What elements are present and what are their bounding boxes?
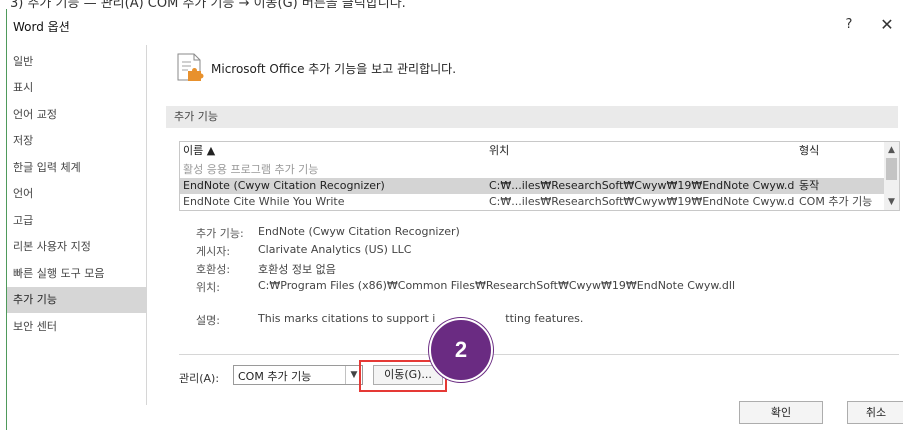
detail-publisher-label: 게시자: (196, 245, 231, 258)
sidebar-item-advanced[interactable]: 고급 (7, 208, 146, 234)
top-caption-strip: 3) 추가 기능 — 관리(A) COM 추가 기능 → 이동(G) 버튼을 클… (0, 0, 903, 9)
section-title: 추가 기능 (166, 106, 898, 128)
row-name: EndNote (Cwyw Citation Recognizer) (183, 179, 385, 192)
close-button[interactable]: ✕ (877, 15, 897, 35)
top-caption: 3) 추가 기능 — 관리(A) COM 추가 기능 → 이동(G) 버튼을 클… (10, 0, 406, 9)
detail-desc-value: This marks citations to support i tting … (258, 312, 584, 325)
sidebar-item-save[interactable]: 저장 (7, 128, 146, 154)
table-scrollbar[interactable]: ▲ ▼ (884, 142, 899, 210)
sidebar-item-language[interactable]: 언어 (7, 181, 146, 207)
manage-select-value: COM 추가 기능 (238, 370, 312, 383)
detail-desc-label: 설명: (196, 314, 220, 327)
row-type: COM 추가 기능 (799, 195, 873, 208)
detail-publisher-value: Clarivate Analytics (US) LLC (258, 243, 412, 256)
detail-addin-value: EndNote (Cwyw Citation Recognizer) (258, 225, 460, 238)
sidebar-item-proofing[interactable]: 언어 교정 (7, 102, 146, 128)
group-label: 활성 응용 프로그램 추가 기능 (183, 163, 319, 176)
scroll-down-icon[interactable]: ▼ (884, 195, 899, 209)
detail-addin-label: 추가 기능: (196, 227, 244, 240)
ok-button[interactable]: 확인 (739, 401, 823, 424)
sidebar-item-quick-access-toolbar[interactable]: 빠른 실행 도구 모음 (7, 261, 146, 287)
sidebar-item-korean-input[interactable]: 한글 입력 체계 (7, 155, 146, 181)
cancel-button[interactable]: 취소 (847, 401, 903, 424)
title-bar: Word 옵션 ? ✕ (7, 9, 903, 41)
table-row[interactable]: EndNote (Cwyw Citation Recognizer) C:₩..… (180, 178, 885, 194)
column-header-name[interactable]: 이름 ▲ (183, 142, 215, 160)
scroll-thumb[interactable] (886, 158, 897, 180)
detail-compat-value: 호환성 정보 없음 (258, 263, 336, 276)
column-header-type[interactable]: 형식 (799, 142, 819, 160)
addins-table: 이름 ▲ 위치 형식 활성 응용 프로그램 추가 기능 EndNote (Cwy… (179, 141, 900, 211)
sidebar: 일반 표시 언어 교정 저장 한글 입력 체계 언어 고급 리본 사용자 지정 … (7, 45, 147, 405)
sidebar-item-trust-center[interactable]: 보안 센터 (7, 314, 146, 340)
word-options-dialog: Word 옵션 ? ✕ 일반 표시 언어 교정 저장 한글 입력 체계 언어 고… (6, 9, 903, 430)
group-row-active-addins: 활성 응용 프로그램 추가 기능 (180, 162, 885, 178)
column-header-location[interactable]: 위치 (489, 142, 509, 160)
row-type: 동작 (799, 179, 820, 192)
row-location: C:₩...iles₩ResearchSoft₩Cwyw₩19₩EndNote … (489, 195, 794, 208)
sidebar-item-addins[interactable]: 추가 기능 (7, 287, 146, 313)
addin-puzzle-icon (177, 53, 204, 81)
go-button[interactable]: 이동(G)... (373, 365, 443, 385)
manage-label: 관리(A): (179, 372, 220, 385)
sidebar-item-general[interactable]: 일반 (7, 49, 146, 75)
help-button[interactable]: ? (839, 15, 859, 35)
step-badge: 2 (429, 318, 493, 382)
scroll-up-icon[interactable]: ▲ (884, 143, 899, 157)
table-row[interactable]: EndNote Cite While You Write C:₩...iles₩… (180, 194, 885, 210)
row-name: EndNote Cite While You Write (183, 195, 345, 208)
page-header-text: Microsoft Office 추가 기능을 보고 관리합니다. (211, 62, 457, 76)
detail-compat-label: 호환성: (196, 263, 231, 276)
main-content: Microsoft Office 추가 기능을 보고 관리합니다. 추가 기능 … (159, 45, 903, 405)
window-title: Word 옵션 (13, 20, 70, 34)
sidebar-item-customize-ribbon[interactable]: 리본 사용자 지정 (7, 234, 146, 260)
detail-location-label: 위치: (196, 281, 220, 294)
sidebar-item-display[interactable]: 표시 (7, 75, 146, 101)
divider (179, 354, 899, 355)
manage-select[interactable]: COM 추가 기능 ▼ (233, 365, 363, 385)
row-location: C:₩...iles₩ResearchSoft₩Cwyw₩19₩EndNote … (489, 179, 794, 192)
detail-location-value: C:₩Program Files (x86)₩Common Files₩Rese… (258, 279, 736, 292)
